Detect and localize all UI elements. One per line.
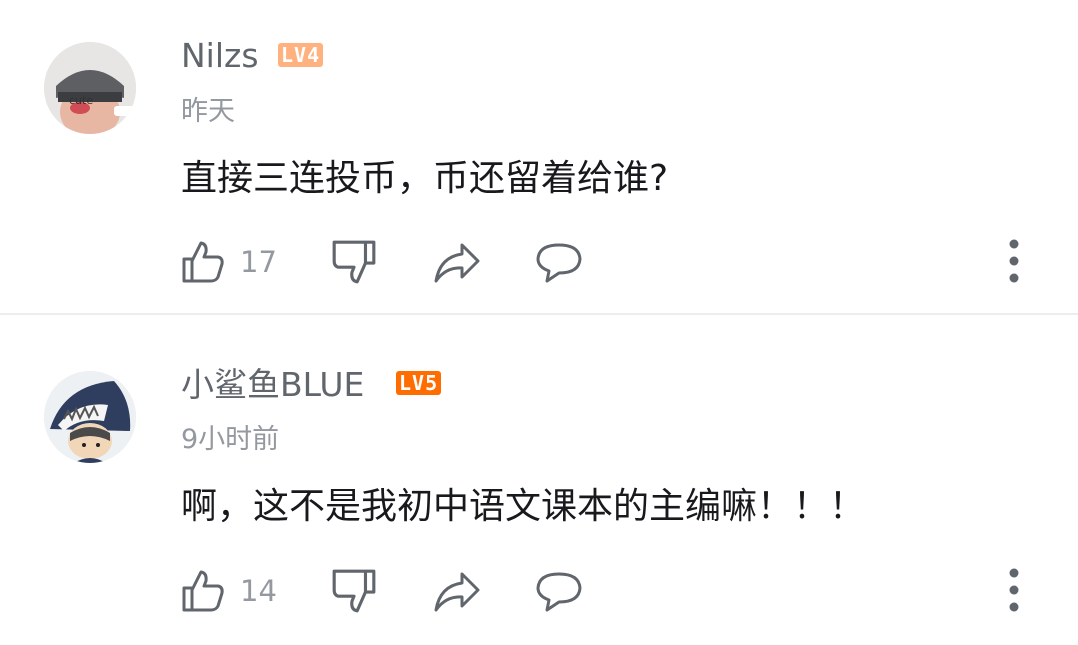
username[interactable]: Nilzs: [181, 36, 259, 76]
avatar-image: [44, 371, 136, 463]
comment-text: 直接三连投币，币还留着给谁?: [181, 158, 669, 199]
avatar-text: cute: [69, 94, 93, 107]
level-badge: LV4: [278, 43, 324, 67]
comment-actions: 14: [0, 561, 1078, 621]
comment-time: 9小时前: [181, 424, 280, 455]
more-button[interactable]: [996, 232, 1032, 292]
thumbs-up-icon: [182, 241, 224, 283]
reply-button[interactable]: [535, 561, 583, 621]
share-icon: [434, 243, 480, 283]
comment-actions: 17: [0, 232, 1078, 292]
more-vertical-icon: [1009, 568, 1019, 612]
comment-item: cute Nilzs LV4 昨天 直接三连投币，币还留着给谁? 17: [0, 0, 1078, 314]
more-vertical-icon: [1009, 239, 1019, 283]
comment-time: 昨天: [181, 96, 235, 127]
avatar-image: cute: [44, 42, 136, 134]
dislike-button[interactable]: [330, 232, 378, 292]
level-badge: LV5: [396, 371, 442, 395]
thumbs-up-icon: [182, 570, 224, 612]
avatar[interactable]: [44, 371, 136, 463]
reply-icon: [536, 572, 582, 612]
like-count: 14: [240, 574, 277, 608]
dislike-button[interactable]: [330, 561, 378, 621]
share-icon: [434, 572, 480, 612]
avatar[interactable]: cute: [44, 42, 136, 134]
more-button[interactable]: [996, 561, 1032, 621]
thumbs-down-icon: [332, 569, 376, 613]
like-button[interactable]: 17: [180, 232, 277, 292]
thumbs-down-icon: [332, 240, 376, 284]
username[interactable]: 小鲨鱼BLUE: [181, 365, 364, 405]
share-button[interactable]: [432, 232, 482, 292]
comment-text: 啊，这不是我初中语文课本的主编嘛！！！: [181, 486, 866, 527]
like-count: 17: [240, 245, 277, 279]
like-button[interactable]: 14: [180, 561, 277, 621]
share-button[interactable]: [432, 561, 482, 621]
comment-item: 小鲨鱼BLUE LV5 9小时前 啊，这不是我初中语文课本的主编嘛！！！ 14: [0, 315, 1078, 645]
reply-icon: [536, 243, 582, 283]
reply-button[interactable]: [535, 232, 583, 292]
